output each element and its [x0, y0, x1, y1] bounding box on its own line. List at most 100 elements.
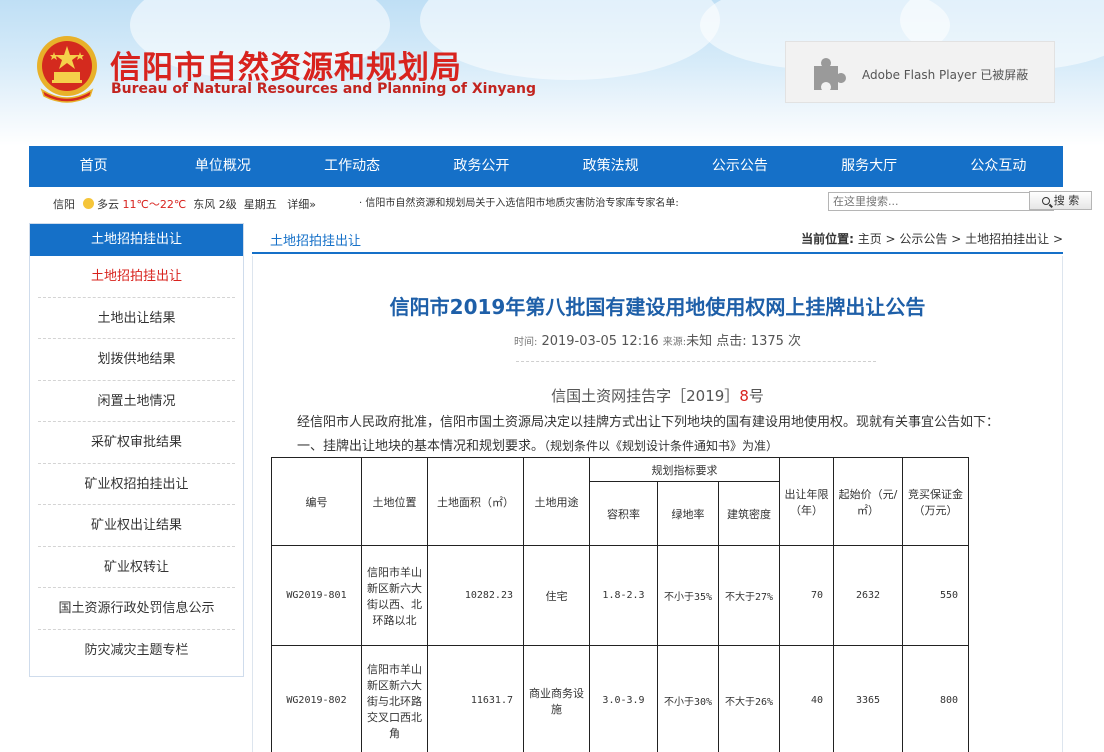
- nav-item-news[interactable]: 工作动态: [288, 146, 417, 187]
- header-far: 容积率: [589, 481, 658, 546]
- sidebar-item-allocation-results[interactable]: 划拨供地结果: [38, 339, 235, 381]
- weather-temperature: 11℃～22℃: [122, 198, 187, 211]
- cell-deposit: 800: [902, 645, 969, 752]
- nav-item-interaction[interactable]: 公众互动: [934, 146, 1063, 187]
- weather-details-link[interactable]: 详细»: [287, 198, 316, 211]
- search-button[interactable]: 搜 索: [1029, 191, 1092, 210]
- sidebar-item-mining-listing[interactable]: 矿业权招拍挂出让: [38, 464, 235, 505]
- header-use: 土地用途: [523, 457, 590, 546]
- cell-id: WG2019-802: [271, 645, 362, 752]
- sidebar-item-land-results[interactable]: 土地出让结果: [38, 298, 235, 339]
- flash-blocked-notice[interactable]: Adobe Flash Player 已被屏蔽: [785, 41, 1055, 103]
- flash-notice-text: Adobe Flash Player 已被屏蔽: [862, 68, 1029, 82]
- cell-density: 不大于27%: [718, 545, 780, 646]
- doc-number-value: 8: [739, 387, 749, 405]
- article-clicks: 1375 次: [750, 334, 802, 349]
- meta-divider: [516, 361, 876, 362]
- sidebar-item-penalty-info[interactable]: 国土资源行政处罚信息公示: [38, 588, 235, 630]
- sidebar-item-mining-approval[interactable]: 采矿权审批结果: [38, 422, 235, 464]
- land-parcel-table: 编号 土地位置 土地面积（㎡） 土地用途 规划指标要求 出让年限（年） 起始价（…: [271, 457, 969, 752]
- source-label: 来源:: [662, 337, 687, 348]
- table-row: WG2019-802 信阳市羊山新区新六大街与北环路交叉口西北角 11631.7…: [271, 645, 969, 752]
- cell-deposit: 550: [902, 545, 969, 646]
- nav-item-service[interactable]: 服务大厅: [805, 146, 934, 187]
- search-input[interactable]: [828, 192, 1054, 211]
- header-term: 出让年限（年）: [779, 457, 834, 546]
- article-source: 未知: [686, 334, 713, 349]
- header-density: 建筑密度: [718, 481, 780, 546]
- header-planning: 规划指标要求: [589, 457, 780, 482]
- sidebar-item-mining-transfer[interactable]: 矿业权转让: [38, 547, 235, 588]
- sidebar-item-land-listing[interactable]: 土地招拍挂出让: [38, 256, 235, 298]
- nav-item-home[interactable]: 首页: [29, 146, 158, 187]
- doc-number-suffix: 号: [748, 387, 764, 405]
- puzzle-plugin-icon: [814, 58, 846, 90]
- article-meta: 时间: 2019-03-05 12:16 来源:未知 点击: 1375 次: [253, 330, 1062, 349]
- cell-location: 信阳市羊山新区新六大街以西、北环路以北: [361, 545, 428, 646]
- cell-use: 住宅: [523, 545, 590, 646]
- cell-use: 商业商务设施: [523, 645, 590, 752]
- sidebar-item-mining-results[interactable]: 矿业权出让结果: [38, 505, 235, 547]
- doc-number-prefix: 信国土资网挂告字［2019］: [551, 387, 740, 405]
- cell-start-price: 3365: [833, 645, 903, 752]
- weather-city: 信阳: [53, 198, 75, 211]
- header-location: 土地位置: [361, 457, 428, 546]
- breadcrumb-label: 当前位置:: [801, 232, 854, 246]
- search-icon: [1041, 197, 1050, 205]
- site-header: 信阳市自然资源和规划局 Bureau of Natural Resources …: [0, 0, 1104, 146]
- clicks-label: 点击:: [716, 334, 747, 349]
- sidebar-item-disaster-prevention[interactable]: 防灾减灾主题专栏: [38, 630, 235, 672]
- weather-condition: 多云: [97, 198, 119, 211]
- article-paragraph-2: 一、挂牌出让地块的基本情况和规划要求。（规划条件以《规划设计条件通知书》为准）: [297, 435, 778, 454]
- breadcrumb-notices[interactable]: 公示公告: [899, 232, 947, 246]
- article-time: 2019-03-05 12:16: [541, 334, 659, 349]
- cell-term: 70: [779, 545, 834, 646]
- article-paragraph-1: 经信阳市人民政府批准，信阳市国土资源局决定以挂牌方式出让下列地块的国有建设用地使…: [297, 415, 1000, 430]
- paragraph-2-note: （规划条件以《规划设计条件通知书》为准）: [544, 439, 779, 453]
- sidebar-item-idle-land[interactable]: 闲置土地情况: [38, 381, 235, 422]
- news-ticker[interactable]: · 信阳市自然资源和规划局关于入选信阳市地质灾害防治专家库专家名单:: [359, 194, 679, 209]
- breadcrumb: 当前位置: 主页 > 公示公告 > 土地招拍挂出让 >: [801, 230, 1063, 247]
- cell-start-price: 2632: [833, 545, 903, 646]
- table-header-row: 编号 土地位置 土地面积（㎡） 土地用途 规划指标要求 出让年限（年） 起始价（…: [271, 457, 969, 546]
- breadcrumb-home[interactable]: 主页: [858, 232, 882, 246]
- section-title: 土地招拍挂出让: [270, 234, 362, 249]
- nav-item-gov-info[interactable]: 政务公开: [417, 146, 546, 187]
- sidebar-heading: 土地招拍挂出让: [30, 224, 243, 256]
- cell-green: 不小于30%: [657, 645, 719, 752]
- document-number: 信国土资网挂告字［2019］8号: [253, 385, 1062, 406]
- site-subtitle: Bureau of Natural Resources and Planning…: [111, 81, 536, 97]
- cell-area: 11631.7: [427, 645, 524, 752]
- cell-area: 10282.23: [427, 545, 524, 646]
- weather-cloudy-icon: [83, 198, 94, 209]
- weather-weekday: 星期五: [243, 198, 277, 211]
- paragraph-2-main: 一、挂牌出让地块的基本情况和规划要求。: [297, 439, 545, 454]
- main-nav: 首页 单位概况 工作动态 政务公开 政策法规 公示公告 服务大厅 公众互动: [29, 146, 1063, 187]
- table-row: WG2019-801 信阳市羊山新区新六大街以西、北环路以北 10282.23 …: [271, 545, 969, 646]
- header-deposit: 竞买保证金（万元）: [902, 457, 969, 546]
- header-area: 土地面积（㎡）: [427, 457, 524, 546]
- header-green: 绿地率: [657, 481, 719, 546]
- nav-item-policy[interactable]: 政策法规: [546, 146, 675, 187]
- breadcrumb-land-listing[interactable]: 土地招拍挂出让: [965, 232, 1049, 246]
- sidebar: 土地招拍挂出让 土地招拍挂出让 土地出让结果 划拨供地结果 闲置土地情况 采矿权…: [29, 223, 244, 677]
- info-bar: 信阳 多云 11℃～22℃ 东风 2级 星期五 详细» · 信阳市自然资源和规划局…: [29, 190, 1092, 214]
- nav-item-notices[interactable]: 公示公告: [675, 146, 804, 187]
- cell-id: WG2019-801: [271, 545, 362, 646]
- header-start-price: 起始价（元/㎡）: [833, 457, 903, 546]
- cell-green: 不小于35%: [657, 545, 719, 646]
- search-button-label: 搜 索: [1053, 194, 1080, 207]
- main-header: 土地招拍挂出让 当前位置: 主页 > 公示公告 > 土地招拍挂出让 >: [252, 223, 1063, 254]
- header-id: 编号: [271, 457, 362, 546]
- cell-far: 3.0-3.9: [589, 645, 658, 752]
- cell-term: 40: [779, 645, 834, 752]
- cell-density: 不大于26%: [718, 645, 780, 752]
- time-label: 时间:: [513, 337, 538, 348]
- article-title: 信阳市2019年第八批国有建设用地使用权网上挂牌出让公告: [389, 295, 926, 319]
- nav-item-about[interactable]: 单位概况: [158, 146, 287, 187]
- national-emblem-icon: [37, 36, 97, 103]
- article-area: 信阳市2019年第八批国有建设用地使用权网上挂牌出让公告 时间: 2019-03…: [252, 256, 1063, 752]
- weather-wind: 东风 2级: [193, 198, 237, 211]
- cell-far: 1.8-2.3: [589, 545, 658, 646]
- weather-widget: 信阳 多云 11℃～22℃ 东风 2级 星期五 详细»: [53, 196, 316, 212]
